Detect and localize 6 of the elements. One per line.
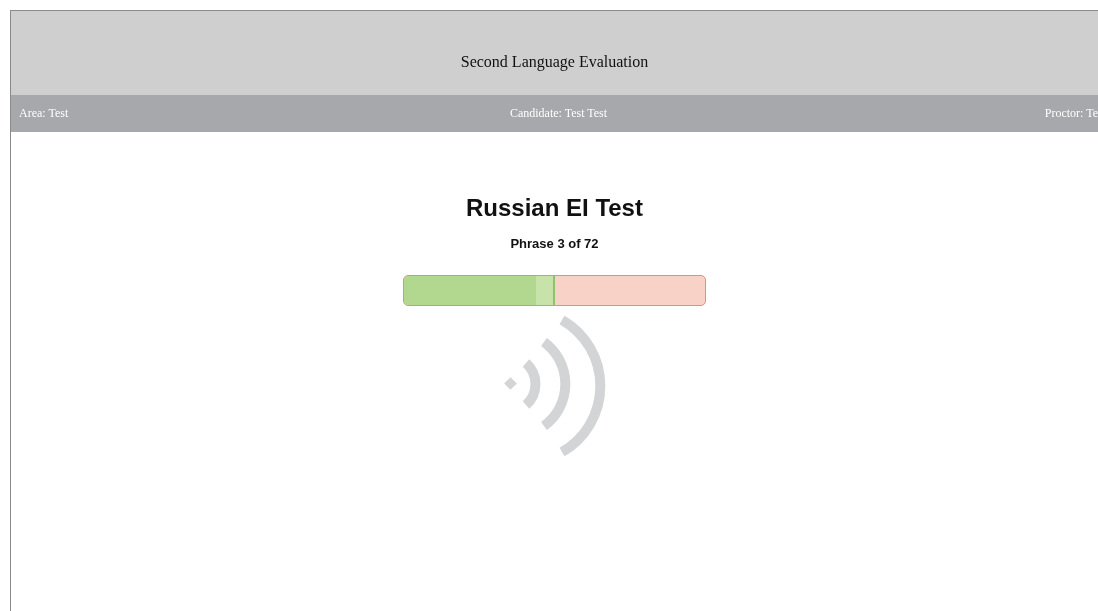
area-label: Area: Test (19, 106, 70, 121)
app-title: Second Language Evaluation (460, 53, 649, 71)
candidate-label: Candidate: Test Test (509, 106, 608, 121)
phrase-counter: Phrase 3 of 72 (510, 236, 599, 251)
proctor-label: Proctor: Te (1044, 106, 1098, 121)
test-title: Russian EI Test (466, 194, 643, 222)
